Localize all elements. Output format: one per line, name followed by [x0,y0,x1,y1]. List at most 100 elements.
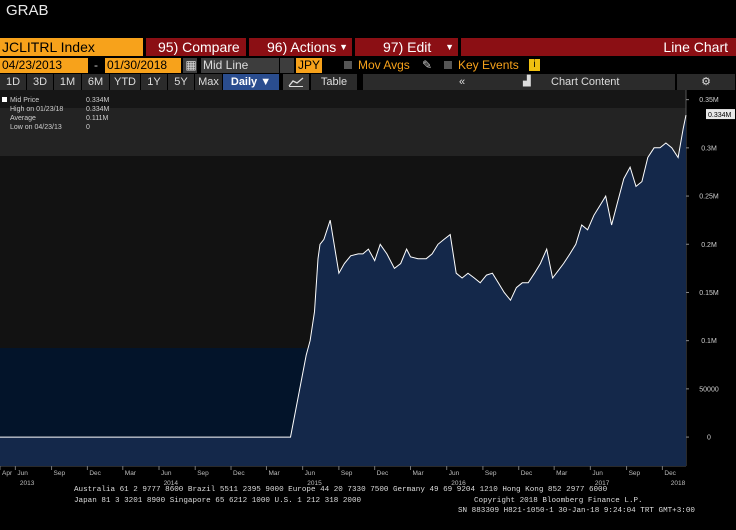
period-6m-button[interactable]: 6M [82,74,109,90]
last-value-label: 0.334M [708,112,732,119]
chevron-down-icon: ▼ [445,42,454,52]
calendar-icon[interactable]: ▦ [183,58,197,73]
legend-series: Mid Price 0.334M [2,96,110,105]
period-max-button[interactable]: Max [195,74,222,90]
double-chevron-left-icon: « [459,76,466,88]
title-bar: GRAB [0,0,736,38]
gear-icon: ⚙ [701,76,711,88]
y-tick-label: 50000 [699,386,719,393]
legend-average-value: 0.111M [86,115,109,122]
end-date-field[interactable]: 01/30/2018 [105,58,181,73]
compare-label: 95) Compare [158,39,240,55]
legend-series-name: Mid Price [10,97,40,104]
compare-menu[interactable]: 95) Compare [146,38,246,56]
x-tick-label: Jun [449,470,460,477]
footer-session-line: SN 883309 H821-1050-1 30-Jan-18 9:24:04 … [458,507,695,515]
legend-series-value: 0.334M [86,97,110,104]
x-tick-label: Dec [233,470,245,477]
y-tick-label: 0.2M [701,242,717,249]
edit-menu[interactable]: 97) Edit ▼ [355,38,458,56]
x-tick-label: Sep [629,470,641,477]
line-chart-icon-graphic [288,77,304,87]
chart-controls: 04/23/2013 - 01/30/2018 ▦ Mid Line JPY M… [0,57,736,74]
period-5y-button[interactable]: 5Y [168,74,194,90]
frequency-label: Daily [230,76,258,88]
legend-high-value: 0.334M [86,106,110,113]
footer-copyright: Copyright 2018 Bloomberg Finance L.P. [474,497,643,505]
legend-high-label: High on 01/23/18 [10,106,64,113]
x-tick-label: Jun [305,470,316,477]
x-tick-label: Dec [89,470,101,477]
y-tick-label: 0.25M [699,194,719,201]
x-tick-label: Sep [485,470,497,477]
x-tick-label: Dec [664,470,676,477]
legend-low-value: 0 [86,124,90,131]
actions-label: 96) Actions [267,39,337,55]
y-tick-label: 0 [707,435,711,442]
ticker-field[interactable]: JCLITRL Index [0,38,143,56]
legend-low-label: Low on 04/23/13 [10,124,62,131]
period-3d-button[interactable]: 3D [27,74,53,90]
legend-average: Average 0.111M [2,114,110,123]
info-badge-icon[interactable]: i [529,59,540,71]
chart-type-menu[interactable]: Line Chart [461,38,736,56]
chevron-down-icon: ▼ [339,42,348,52]
footer-contacts-line2: Japan 81 3 3201 8900 Singapore 65 6212 1… [74,497,362,505]
chart-content-icon: ▟ [523,76,531,87]
settings-button[interactable]: ⚙ [677,74,735,90]
x-tick-label: Sep [341,470,353,477]
key-events-label: Key Events [458,58,519,72]
pencil-icon[interactable]: ✎ [420,58,432,73]
x-year-label: 2018 [671,480,686,486]
window-title: GRAB [6,2,49,19]
period-1y-button[interactable]: 1Y [141,74,167,90]
currency-field[interactable]: JPY [296,58,322,73]
line-chart-icon[interactable] [283,74,309,90]
field-dropdown-icon[interactable] [280,58,294,73]
actions-menu[interactable]: 96) Actions ▼ [249,38,352,56]
start-date-field[interactable]: 04/23/2013 [0,58,88,73]
mov-avgs-checkbox[interactable] [344,61,352,69]
x-tick-label: Dec [377,470,389,477]
chart-legend: Mid Price 0.334M High on 01/23/18 0.334M… [2,96,110,136]
y-tick-label: 0.3M [701,145,717,152]
chart-type-label: Line Chart [663,39,728,55]
y-tick-label: 0.15M [699,290,719,297]
edit-label: 97) Edit [383,39,432,55]
field-selector[interactable]: Mid Line [201,58,279,73]
x-tick-label: Jun [17,470,28,477]
y-axis-ticks: 0 50000 0.1M 0.15M 0.2M 0.25M 0.3M 0.35M [686,97,719,442]
x-tick-label: Jun [161,470,172,477]
y-tick-label: 0.35M [699,97,719,104]
legend-high: High on 01/23/18 0.334M [2,105,110,114]
x-tick-label: Mar [268,470,280,477]
legend-swatch [2,97,7,102]
table-button[interactable]: Table [311,74,357,90]
price-chart[interactable]: 0 50000 0.1M 0.15M 0.2M 0.25M 0.3M 0.35M Apr Jun… [0,90,736,486]
x-tick-label: Mar [412,470,424,477]
x-tick-label: Jun [592,470,603,477]
x-axis-ticks: Apr Jun Sep Dec Mar Jun Sep Dec Mar Jun Sep Dec Mar J… [0,466,686,486]
x-tick-label: Mar [556,470,568,477]
chart-content-button[interactable]: ▟ Chart Content [515,74,675,90]
chart-content-label: Chart Content [551,76,620,88]
x-tick-label: Dec [521,470,533,477]
footer-contacts-line1: Australia 61 2 9777 8600 Brazil 5511 239… [74,486,608,494]
frequency-dropdown[interactable]: Daily ▼ [223,74,279,90]
period-1d-button[interactable]: 1D [0,74,26,90]
period-ytd-button[interactable]: YTD [110,74,140,90]
last-value-tag: 0.334M [706,109,735,120]
x-tick-label: Sep [197,470,209,477]
x-tick-label: Mar [125,470,137,477]
key-events-checkbox[interactable] [444,61,452,69]
x-tick-label: Sep [54,470,66,477]
mov-avgs-label: Mov Avgs [358,58,410,72]
period-bar: 1D 3D 1M 6M YTD 1Y 5Y Max Daily ▼ Table … [0,74,736,90]
period-1m-button[interactable]: 1M [54,74,81,90]
chevron-down-icon: ▼ [260,76,272,88]
date-separator: - [94,58,98,72]
legend-low: Low on 04/23/13 0 [2,123,110,132]
x-year-label: 2013 [20,480,35,486]
x-tick-label: Apr [2,470,13,477]
toolbar: JCLITRL Index 95) Compare 96) Actions ▼ … [0,38,736,56]
